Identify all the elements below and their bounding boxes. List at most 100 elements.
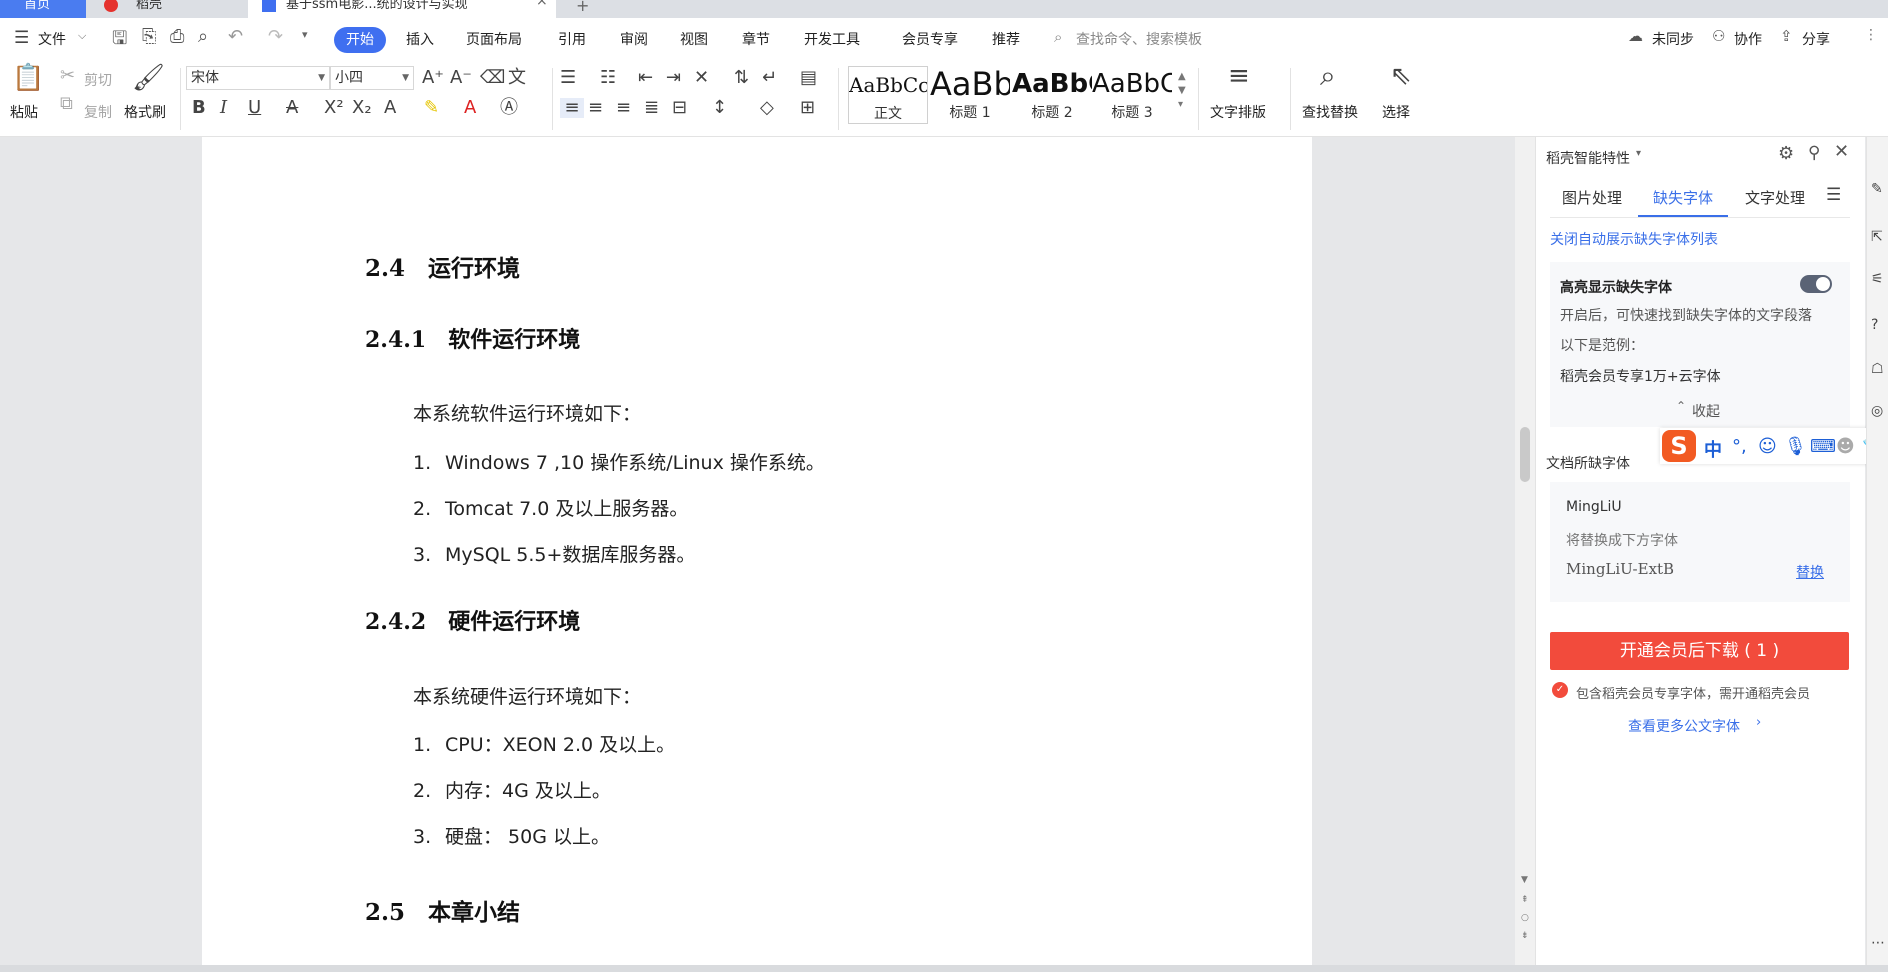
decrease-indent-icon[interactable]: ⇤ [638, 68, 653, 88]
settings-sliders-icon[interactable]: ⚟ [1871, 271, 1884, 287]
text-layout-icon[interactable]: ≡ [1228, 63, 1250, 89]
microphone-icon[interactable]: 🎙 [1784, 436, 1807, 457]
strikethrough-icon[interactable]: A [286, 98, 298, 118]
copy-button[interactable]: 复制 [84, 102, 112, 122]
sort-icon[interactable]: ⇅ [734, 68, 749, 88]
hamburger-icon[interactable]: ☰ [14, 28, 29, 48]
show-marks-icon[interactable]: ↵ [762, 68, 777, 88]
gear-icon[interactable]: ⚙ [1778, 143, 1794, 164]
emoji-icon[interactable]: ☺ [1758, 436, 1777, 457]
text-effect-icon[interactable]: A [384, 98, 396, 118]
borders-icon[interactable]: ⊞ [800, 98, 815, 118]
menu-references[interactable]: 引用 [558, 29, 586, 49]
menu-recommend[interactable]: 推荐 [992, 29, 1020, 49]
increase-font-icon[interactable]: A⁺ [422, 68, 444, 88]
font-color-icon[interactable]: A [464, 98, 476, 118]
close-icon[interactable]: ✕ [1834, 141, 1849, 162]
share-button[interactable]: 分享 [1802, 29, 1830, 49]
tab-image-processing[interactable]: 图片处理 [1562, 187, 1622, 208]
menu-file[interactable]: 文件 [38, 29, 66, 49]
menu-member[interactable]: 会员专享 [902, 29, 958, 49]
style-heading-3[interactable]: AaBbC 标题 3 [1092, 66, 1172, 124]
edit-tool-icon[interactable]: ✎ [1871, 181, 1883, 197]
scrollbar-thumb[interactable] [1520, 427, 1530, 482]
format-painter-button[interactable]: 格式刷 [124, 102, 166, 122]
find-replace-button[interactable]: 查找替换 [1302, 102, 1358, 122]
menu-review[interactable]: 审阅 [620, 29, 648, 49]
style-heading-2[interactable]: AaBbC 标题 2 [1012, 66, 1092, 124]
underline-icon[interactable]: U [248, 98, 261, 118]
select-button[interactable]: 选择 [1382, 102, 1410, 122]
quick-access-more-icon[interactable]: ▾ [302, 28, 308, 41]
new-tab-icon[interactable]: + [576, 0, 589, 15]
vertical-scrollbar[interactable]: ▼ ⇞ ○ ⇟ [1515, 137, 1535, 965]
table-grid-icon[interactable]: ▤ [800, 68, 817, 88]
more-fonts-link[interactable]: 查看更多公文字体 [1628, 716, 1740, 736]
superscript-icon[interactable]: X² [324, 98, 344, 118]
char-border-icon[interactable]: Ⓐ [500, 98, 518, 118]
keyboard-icon[interactable]: ⌨ [1810, 436, 1836, 457]
phonetic-icon[interactable]: 文 [508, 68, 526, 88]
chevron-down-icon[interactable]: ▾ [1636, 148, 1641, 159]
collab-button[interactable]: 协作 [1734, 29, 1762, 49]
help-icon[interactable]: ? [1871, 317, 1878, 333]
menu-start[interactable]: 开始 [334, 27, 386, 53]
select-cursor-icon[interactable]: ⇖ [1390, 63, 1412, 89]
bold-icon[interactable]: B [192, 98, 206, 118]
next-page-icon[interactable]: ⇟ [1521, 931, 1529, 941]
close-auto-list-link[interactable]: 关闭自动展示缺失字体列表 [1550, 229, 1718, 249]
clear-format-icon[interactable]: ⌫ [480, 68, 505, 88]
tab-home[interactable]: 首页 [0, 0, 86, 18]
menu-insert[interactable]: 插入 [406, 29, 434, 49]
smart-feature-icon[interactable]: ◎ [1871, 403, 1883, 419]
save-icon[interactable]: 🖫 [112, 26, 127, 56]
tab-text-processing[interactable]: 文字处理 [1745, 187, 1805, 208]
bullet-list-icon[interactable]: ☰ [560, 68, 576, 88]
pin-icon[interactable]: ⚲ [1808, 143, 1820, 163]
chinese-layout-icon[interactable]: ✕ [694, 68, 709, 88]
panel-title[interactable]: 稻壳智能特性 [1546, 148, 1630, 168]
cursor-tool-icon[interactable]: ⇱ [1871, 229, 1883, 245]
justify-icon[interactable]: ≣ [644, 98, 659, 118]
align-right-icon[interactable]: ≡ [616, 98, 631, 118]
prev-page-icon[interactable]: ⇞ [1521, 895, 1529, 905]
sogou-logo-icon[interactable]: S [1662, 430, 1696, 462]
align-left-icon[interactable]: ≡ [560, 98, 584, 118]
cut-button[interactable]: 剪切 [84, 70, 112, 90]
command-search-input[interactable]: 查找命令、搜索模板 [1076, 29, 1202, 49]
punctuation-icon[interactable]: °, [1732, 436, 1747, 457]
robot-icon[interactable]: ☖ [1871, 361, 1884, 377]
font-size-select[interactable]: 小四 ▼ [330, 66, 414, 90]
document-page[interactable]: 2.4 运行环境 2.4.1 软件运行环境 本系统软件运行环境如下： 1. Win… [202, 137, 1312, 965]
select-browse-icon[interactable]: ○ [1521, 913, 1529, 923]
numbered-list-icon[interactable]: ☷ [600, 68, 616, 88]
decrease-font-icon[interactable]: A⁻ [450, 68, 472, 88]
scroll-down-icon[interactable]: ▼ [1521, 875, 1528, 885]
tab-document[interactable]: 基于ssm电影...统的设计与实现 × [248, 0, 556, 18]
highlight-icon[interactable]: ✎ [424, 98, 439, 118]
chevron-right-icon[interactable]: › [1756, 715, 1761, 730]
increase-indent-icon[interactable]: ⇥ [666, 68, 681, 88]
style-heading-1[interactable]: AaBb 标题 1 [930, 66, 1010, 124]
tab-missing-fonts[interactable]: 缺失字体 [1653, 187, 1713, 208]
subscript-icon[interactable]: X₂ [352, 98, 372, 118]
menu-icon[interactable]: ☰ [1826, 185, 1841, 205]
print-preview-icon[interactable]: ⌕ [198, 26, 208, 47]
tab-daoke[interactable]: 稻壳 [96, 0, 246, 18]
chevron-up-icon[interactable]: ⌃ [1676, 399, 1686, 413]
collapse-button[interactable]: 收起 [1692, 401, 1720, 421]
menu-page-layout[interactable]: 页面布局 [466, 29, 522, 49]
ime-lang-toggle[interactable]: 中 [1704, 436, 1722, 462]
more-options-icon[interactable]: ⋮ [1864, 27, 1878, 43]
menu-view[interactable]: 视图 [680, 29, 708, 49]
distribute-icon[interactable]: ⊟ [672, 98, 687, 118]
close-tab-icon[interactable]: × [536, 0, 548, 8]
italic-icon[interactable]: I [220, 98, 227, 118]
align-center-icon[interactable]: ≡ [588, 98, 603, 118]
shading-icon[interactable]: ◇ [760, 98, 774, 118]
paste-button[interactable]: 粘贴 [10, 102, 38, 122]
more-icon[interactable]: ⋯ [1871, 935, 1885, 951]
user-icon[interactable]: ☻ [1836, 436, 1855, 457]
text-layout-button[interactable]: 文字排版 [1210, 102, 1266, 122]
member-download-button[interactable]: 开通会员后下载 ( 1 ) [1550, 632, 1849, 670]
